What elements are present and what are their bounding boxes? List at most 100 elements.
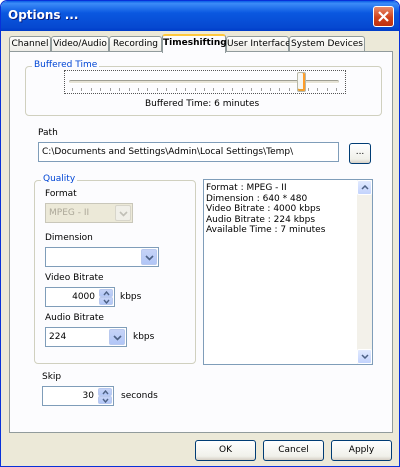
scroll-up-button[interactable]: [357, 180, 372, 195]
spin-down-button[interactable]: [98, 396, 112, 404]
skip-input[interactable]: 30: [42, 386, 114, 406]
summary-lines: Format : MPEG - II Dimension : 640 * 480…: [206, 183, 355, 236]
options-dialog: Options ... Channel Video/Audio Recordin…: [0, 0, 400, 467]
slider-tick: [213, 88, 215, 91]
slider-tick: [222, 88, 224, 91]
slider-tick: [251, 88, 253, 91]
skip-spinner[interactable]: [98, 388, 112, 404]
tab-recording[interactable]: Recording: [109, 36, 162, 52]
slider-ticks: [72, 88, 337, 93]
format-select: MPEG - II: [45, 203, 133, 223]
chevron-down-icon: [103, 299, 110, 304]
audio-bitrate-value: 224: [49, 332, 67, 342]
summary-line: Audio Bitrate : 224 kbps: [206, 214, 316, 225]
path-label: Path: [38, 128, 58, 138]
video-bitrate-label: Video Bitrate: [45, 273, 104, 283]
cancel-button[interactable]: Cancel: [263, 440, 324, 461]
slider-tick: [175, 88, 177, 91]
tab-label: System Devices: [291, 39, 363, 49]
chevron-down-icon: [361, 354, 369, 359]
slider-tick: [185, 88, 187, 91]
tab-user-interface[interactable]: User Interface: [226, 36, 291, 52]
slider-thumb[interactable]: [297, 72, 307, 92]
scroll-down-button[interactable]: [357, 349, 372, 364]
slider-tick: [119, 88, 121, 91]
close-icon: [378, 11, 389, 22]
slider-tick: [81, 88, 83, 91]
slider-tick: [156, 88, 158, 91]
summary-textbox[interactable]: Format : MPEG - II Dimension : 640 * 480…: [203, 179, 373, 365]
path-input[interactable]: C:\Documents and Settings\Admin\Local Se…: [38, 142, 339, 162]
buffered-time-group-label: Buffered Time: [32, 60, 100, 70]
slider-tick: [317, 88, 319, 91]
tab-label: User Interface: [227, 39, 291, 49]
chevron-down-icon: [119, 211, 128, 217]
audio-bitrate-select[interactable]: 224: [45, 327, 127, 347]
tab-label: Channel: [11, 39, 49, 49]
video-bitrate-value: 4000: [72, 292, 95, 302]
tab-label: Video/Audio: [53, 39, 107, 49]
summary-line: Dimension : 640 * 480: [206, 193, 308, 204]
tab-timeshifting[interactable]: Timeshifting: [162, 34, 227, 53]
chevron-down-icon: [102, 398, 109, 403]
slider-tick: [204, 88, 205, 91]
slider-tick: [232, 88, 234, 91]
chevron-up-icon: [102, 390, 109, 395]
slider-tick: [336, 88, 337, 91]
slider-tick: [307, 88, 309, 91]
slider-tick: [109, 88, 111, 91]
chevron-up-icon: [103, 291, 110, 296]
close-button[interactable]: [373, 6, 394, 27]
summary-line: Video Bitrate : 4000 kbps: [206, 204, 321, 214]
skip-label: Skip: [42, 372, 62, 382]
slider-tick: [166, 88, 168, 91]
slider-tick: [288, 88, 290, 91]
format-label: Format: [45, 189, 77, 199]
dimension-dropdown-button[interactable]: [141, 249, 157, 265]
slider-tick: [72, 88, 73, 91]
format-value: MPEG - II: [49, 208, 90, 218]
ok-button[interactable]: OK: [195, 440, 256, 461]
slider-tick: [279, 88, 281, 91]
chevron-up-icon: [361, 185, 369, 190]
summary-line: Available Time : 7 minutes: [206, 225, 326, 235]
apply-button[interactable]: Apply: [331, 440, 392, 461]
tab-channel[interactable]: Channel: [9, 36, 51, 52]
audio-bitrate-label: Audio Bitrate: [45, 313, 104, 323]
quality-group-label: Quality: [41, 174, 78, 184]
slider-tick: [90, 88, 92, 91]
spin-down-button[interactable]: [99, 297, 113, 305]
slider-tick: [138, 88, 139, 91]
browse-button[interactable]: ...: [349, 143, 371, 164]
buffered-time-group: Buffered Time Buffered Time: 6 minutes: [25, 60, 382, 116]
dimension-select[interactable]: [45, 247, 159, 267]
tab-system-devices[interactable]: System Devices: [289, 36, 365, 52]
slider-tick: [260, 88, 262, 91]
skip-unit: seconds: [121, 391, 158, 401]
tab-label: Timeshifting: [163, 38, 227, 48]
title-bar[interactable]: Options ...: [1, 1, 399, 31]
buffered-time-status: Buffered Time: 6 minutes: [145, 99, 260, 109]
slider-tick: [147, 88, 149, 91]
slider-tick: [326, 88, 328, 91]
video-bitrate-unit: kbps: [120, 292, 142, 302]
audio-bitrate-unit: kbps: [133, 332, 155, 342]
summary-line: Format : MPEG - II: [206, 183, 287, 193]
slider-tick: [194, 88, 196, 91]
slider-tick: [100, 88, 102, 91]
format-dropdown-button: [115, 205, 131, 221]
window-title: Options ...: [8, 8, 79, 22]
tab-video-audio[interactable]: Video/Audio: [51, 36, 109, 52]
spin-up-button[interactable]: [98, 388, 112, 396]
video-bitrate-spinner[interactable]: [99, 289, 113, 305]
spin-up-button[interactable]: [99, 289, 113, 297]
slider-tick: [241, 88, 243, 91]
slider-tick: [128, 88, 130, 91]
audio-bitrate-dropdown-button[interactable]: [109, 329, 125, 345]
quality-group: Quality Format MPEG - II Dimension Video…: [34, 174, 196, 364]
video-bitrate-input[interactable]: 4000: [45, 287, 115, 307]
buffered-time-slider[interactable]: [64, 70, 346, 94]
vertical-scrollbar[interactable]: [357, 180, 372, 364]
timeshifting-panel: Buffered Time Buffered Time: 6 minutes P…: [9, 51, 393, 433]
tab-label: Recording: [112, 39, 158, 49]
